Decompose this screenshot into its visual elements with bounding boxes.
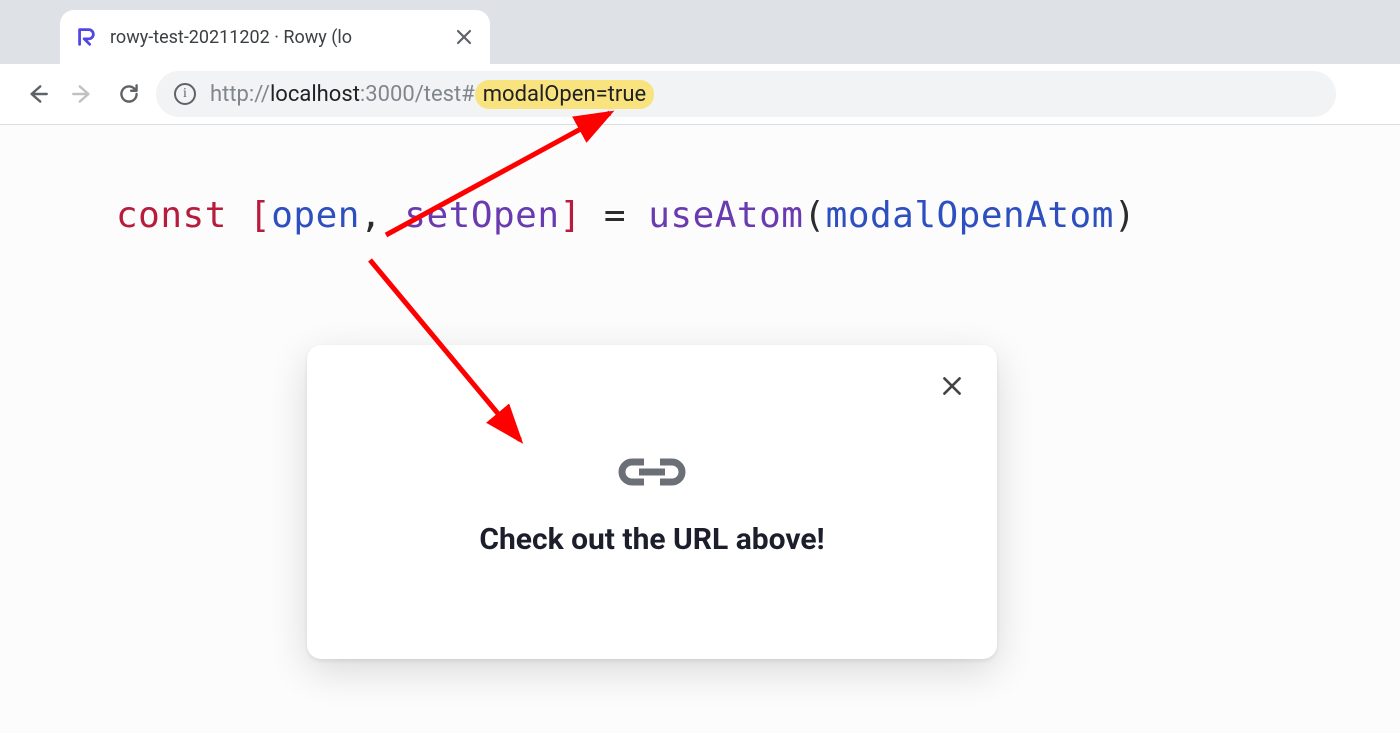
paren-close: )	[1114, 195, 1136, 236]
var-setopen: setOpen	[404, 195, 559, 236]
modal-message: Check out the URL above!	[479, 522, 824, 557]
forward-button[interactable]	[64, 75, 102, 113]
tab-close-button[interactable]	[452, 25, 476, 49]
var-atom: modalOpenAtom	[826, 195, 1114, 236]
site-info-icon[interactable]: i	[174, 83, 196, 105]
back-button[interactable]	[18, 75, 56, 113]
reload-button[interactable]	[110, 75, 148, 113]
browser-tab[interactable]: rowy-test-20211202 · Rowy (lo	[60, 10, 490, 64]
var-open: open	[271, 195, 360, 236]
url-text: http://localhost:3000/test#modalOpen=tru…	[210, 82, 654, 107]
modal-dialog: Check out the URL above!	[307, 345, 997, 659]
bracket-open: [	[227, 195, 271, 236]
browser-tab-strip: rowy-test-20211202 · Rowy (lo	[0, 0, 1400, 64]
url-scheme: http://	[210, 82, 270, 107]
browser-toolbar: i http://localhost:3000/test#modalOpen=t…	[0, 64, 1400, 124]
url-hash-highlight: modalOpen=true	[475, 80, 654, 109]
modal-close-button[interactable]	[937, 371, 967, 401]
keyword-const: const	[116, 195, 227, 236]
rowy-favicon-icon	[74, 25, 98, 49]
link-icon	[612, 448, 692, 496]
tab-title: rowy-test-20211202 · Rowy (lo	[110, 27, 440, 48]
url-port-path: :3000/test#	[360, 82, 475, 107]
comma: ,	[360, 195, 404, 236]
address-bar[interactable]: i http://localhost:3000/test#modalOpen=t…	[156, 71, 1336, 117]
app-root: rowy-test-20211202 · Rowy (lo i http://l…	[0, 0, 1400, 733]
fn-useatom: useAtom	[648, 195, 803, 236]
code-snippet: const [open, setOpen] = useAtom(modalOpe…	[116, 195, 1136, 236]
bracket-close: ]	[560, 195, 604, 236]
page-content: const [open, setOpen] = useAtom(modalOpe…	[0, 125, 1400, 733]
equals: =	[604, 195, 648, 236]
paren-open: (	[803, 195, 825, 236]
url-host: localhost	[270, 82, 360, 107]
modal-body: Check out the URL above!	[307, 345, 997, 659]
